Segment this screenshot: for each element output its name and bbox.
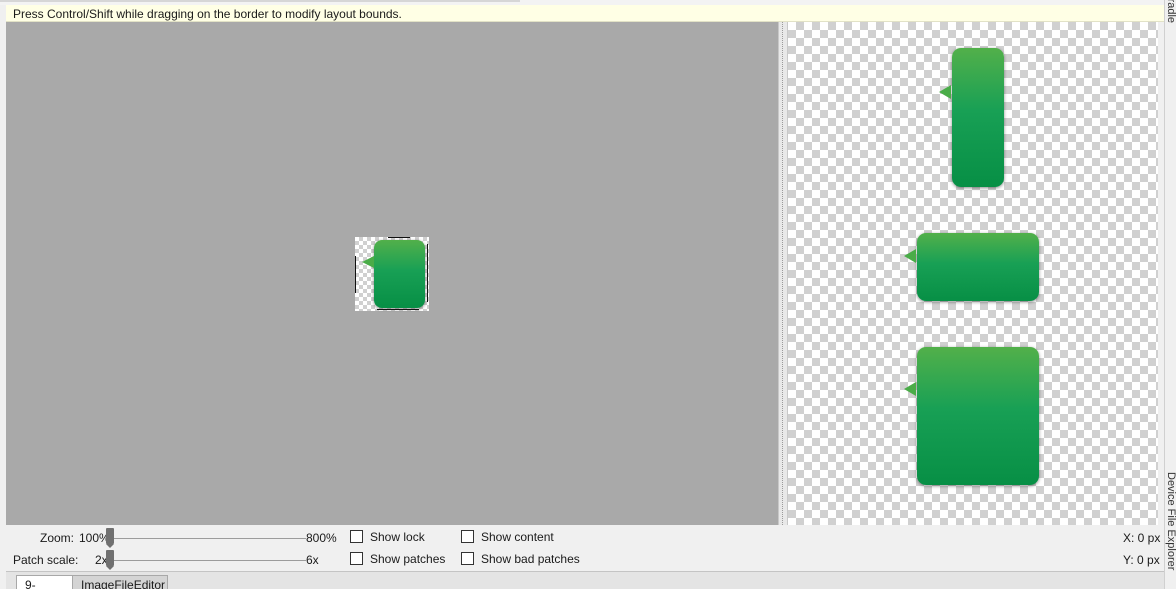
show-lock-checkbox[interactable] bbox=[350, 530, 363, 543]
show-bad-patches-label[interactable]: Show bad patches bbox=[481, 552, 580, 566]
patch-scale-max-label: 6x bbox=[306, 553, 319, 567]
show-content-label[interactable]: Show content bbox=[481, 530, 554, 544]
hint-bar: Press Control/Shift while dragging on th… bbox=[6, 5, 1164, 22]
zoom-slider-thumb[interactable] bbox=[106, 528, 114, 548]
source-bubble-tail bbox=[362, 256, 374, 268]
show-lock-label[interactable]: Show lock bbox=[370, 530, 425, 544]
show-patches-label[interactable]: Show patches bbox=[370, 552, 445, 566]
content-marker-bottom[interactable] bbox=[377, 309, 419, 310]
show-content-checkbox[interactable] bbox=[461, 530, 474, 543]
gradle-tool-tab[interactable]: Gradle bbox=[1165, 0, 1176, 23]
zoom-slider-track[interactable] bbox=[108, 538, 306, 539]
pane-splitter[interactable] bbox=[778, 22, 788, 525]
hint-text: Press Control/Shift while dragging on th… bbox=[13, 7, 402, 21]
content-marker-right[interactable] bbox=[427, 244, 428, 302]
source-bubble-body bbox=[374, 240, 425, 308]
tab-9-patch[interactable]: 9-Patch bbox=[16, 575, 73, 589]
top-edge-segment bbox=[0, 0, 520, 2]
cursor-y-readout: Y: 0 px bbox=[1123, 553, 1160, 567]
stretch-preview-pane bbox=[788, 22, 1158, 525]
editor-tab-bar: 9-Patch ImageFileEditor bbox=[6, 571, 1164, 589]
stretch-marker-top[interactable] bbox=[388, 237, 410, 238]
preview-tall-bubble bbox=[952, 48, 1004, 187]
patch-scale-slider-thumb[interactable] bbox=[106, 550, 114, 570]
tab-image-file-editor[interactable]: ImageFileEditor bbox=[72, 575, 168, 589]
nine-patch-editor: Press Control/Shift while dragging on th… bbox=[0, 0, 1176, 589]
source-nine-patch-image[interactable] bbox=[355, 237, 429, 311]
preview-large-bubble bbox=[917, 347, 1039, 485]
show-bad-patches-checkbox[interactable] bbox=[461, 552, 474, 565]
zoom-max-label: 800% bbox=[306, 531, 337, 545]
stretch-marker-left[interactable] bbox=[355, 256, 356, 293]
preview-wide-bubble-tail bbox=[904, 249, 916, 263]
controls-panel: Zoom: 100% 800% Patch scale: 2x 6x Show … bbox=[6, 525, 1164, 571]
preview-large-bubble-tail bbox=[904, 382, 916, 396]
patch-scale-slider-track[interactable] bbox=[108, 560, 306, 561]
splitter-grip bbox=[782, 22, 784, 525]
preview-wide-bubble bbox=[917, 233, 1039, 301]
patch-scale-label: Patch scale: bbox=[13, 553, 79, 567]
show-patches-checkbox[interactable] bbox=[350, 552, 363, 565]
cursor-x-readout: X: 0 px bbox=[1123, 531, 1161, 545]
preview-tall-bubble-tail bbox=[939, 85, 951, 99]
tool-window-sidebar: Gradle Device File Explorer bbox=[1164, 0, 1176, 589]
device-file-explorer-tool-tab[interactable]: Device File Explorer bbox=[1165, 472, 1176, 570]
zoom-label: Zoom: bbox=[40, 531, 75, 545]
